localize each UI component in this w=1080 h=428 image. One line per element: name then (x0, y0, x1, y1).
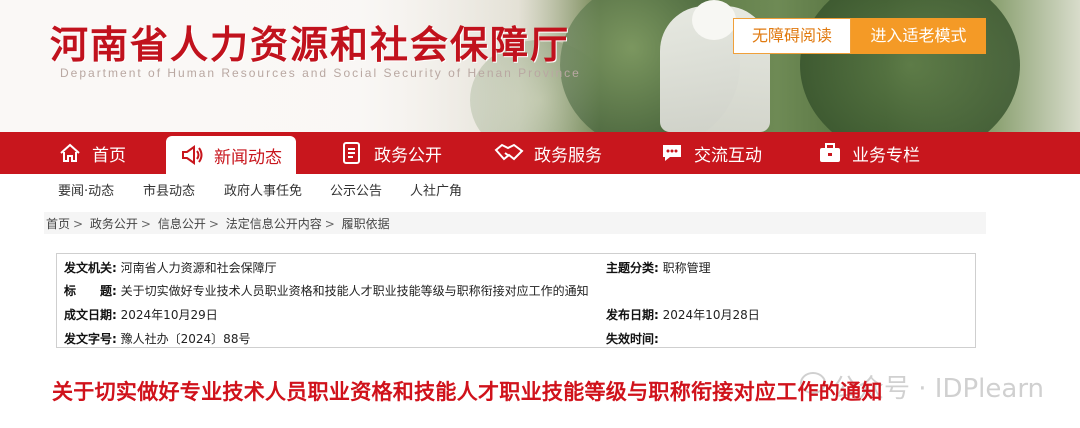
breadcrumb-duty-basis[interactable]: 履职依据 (342, 217, 390, 231)
doc-number-label: 发文字号: (64, 332, 117, 346)
nav-item-home[interactable]: 首页 (58, 132, 126, 174)
published-date-row: 发布日期: 2024年10月28日 (606, 306, 760, 323)
breadcrumb-separator: > (73, 217, 84, 231)
nav-item-label: 政务服务 (534, 145, 602, 166)
nav-item-label: 新闻动态 (214, 147, 282, 168)
site-subtitle: Department of Human Resources and Social… (60, 66, 581, 80)
title-row: 标 题: 关于切实做好专业技术人员职业资格和技能人才职业技能等级与职称衔接对应工… (64, 282, 589, 299)
banner-statue-head (692, 0, 736, 40)
subnav-item-announcements[interactable]: 公示公告 (330, 180, 382, 199)
nav-item-interaction[interactable]: 交流互动 (660, 132, 762, 174)
subnav-item-appointments[interactable]: 政府人事任免 (224, 180, 302, 199)
issuer-label: 发文机关: (64, 261, 117, 275)
breadcrumb-statutory-info[interactable]: 法定信息公开内容 (226, 217, 322, 231)
published-date-value: 2024年10月28日 (662, 308, 760, 322)
nav-item-business-column[interactable]: 业务专栏 (818, 132, 920, 174)
document-icon (340, 141, 364, 165)
expire-row: 失效时间: (606, 330, 659, 347)
briefcase-icon (818, 141, 842, 165)
nav-item-gov-services[interactable]: 政务服务 (494, 132, 602, 174)
subnav-item-city-county[interactable]: 市县动态 (143, 180, 195, 199)
topic-label: 主题分类: (606, 261, 659, 275)
chat-icon (660, 141, 684, 165)
nav-item-label: 交流互动 (694, 145, 762, 166)
nav-item-label: 政务公开 (374, 145, 442, 166)
breadcrumb-separator: > (324, 217, 335, 231)
nav-item-label: 首页 (92, 145, 126, 166)
breadcrumb-gov-affairs[interactable]: 政务公开 (90, 217, 138, 231)
issuer-row: 发文机关: 河南省人力资源和社会保障厅 (64, 259, 277, 276)
nav-item-label: 业务专栏 (852, 145, 920, 166)
doc-number-value: 豫人社办〔2024〕88号 (120, 332, 251, 346)
megaphone-icon (180, 143, 204, 167)
topic-value: 职称管理 (662, 261, 711, 275)
expire-label: 失效时间: (606, 332, 659, 346)
breadcrumb: 首页 > 政务公开 > 信息公开 > 法定信息公开内容 > 履职依据 (46, 215, 390, 232)
header-banner: 河南省人力资源和社会保障厅 Department of Human Resour… (0, 0, 1080, 132)
handshake-icon (494, 141, 524, 165)
article-title: 关于切实做好专业技术人员职业资格和技能人才职业技能等级与职称衔接对应工作的通知 (52, 380, 883, 404)
published-date-label: 发布日期: (606, 308, 659, 322)
breadcrumb-separator: > (140, 217, 151, 231)
main-nav: 首页 新闻动态 政务公开 政务服务 交流互动 业务专栏 (0, 132, 1080, 174)
breadcrumb-home[interactable]: 首页 (46, 217, 70, 231)
site-title: 河南省人力资源和社会保障厅 (50, 22, 571, 67)
sub-nav: 要闻·动态 市县动态 政府人事任免 公示公告 人社广角 (0, 174, 1080, 204)
elder-mode-button[interactable]: 进入适老模式 (851, 18, 986, 54)
title-label: 标 题: (64, 284, 117, 298)
title-value: 关于切实做好专业技术人员职业资格和技能人才职业技能等级与职称衔接对应工作的通知 (120, 284, 589, 298)
created-date-value: 2024年10月29日 (120, 308, 218, 322)
topic-row: 主题分类: 职称管理 (606, 259, 711, 276)
subnav-item-news[interactable]: 要闻·动态 (58, 180, 114, 199)
breadcrumb-info-disclosure[interactable]: 信息公开 (158, 217, 206, 231)
breadcrumb-separator: > (208, 217, 219, 231)
nav-item-gov-affairs[interactable]: 政务公开 (340, 132, 442, 174)
accessible-reading-button[interactable]: 无障碍阅读 (733, 18, 851, 54)
nav-item-news[interactable]: 新闻动态 (166, 136, 296, 174)
created-date-label: 成文日期: (64, 308, 117, 322)
issuer-value: 河南省人力资源和社会保障厅 (120, 261, 277, 275)
created-date-row: 成文日期: 2024年10月29日 (64, 306, 218, 323)
subnav-item-perspective[interactable]: 人社广角 (410, 180, 462, 199)
home-icon (58, 141, 82, 165)
doc-number-row: 发文字号: 豫人社办〔2024〕88号 (64, 330, 250, 347)
